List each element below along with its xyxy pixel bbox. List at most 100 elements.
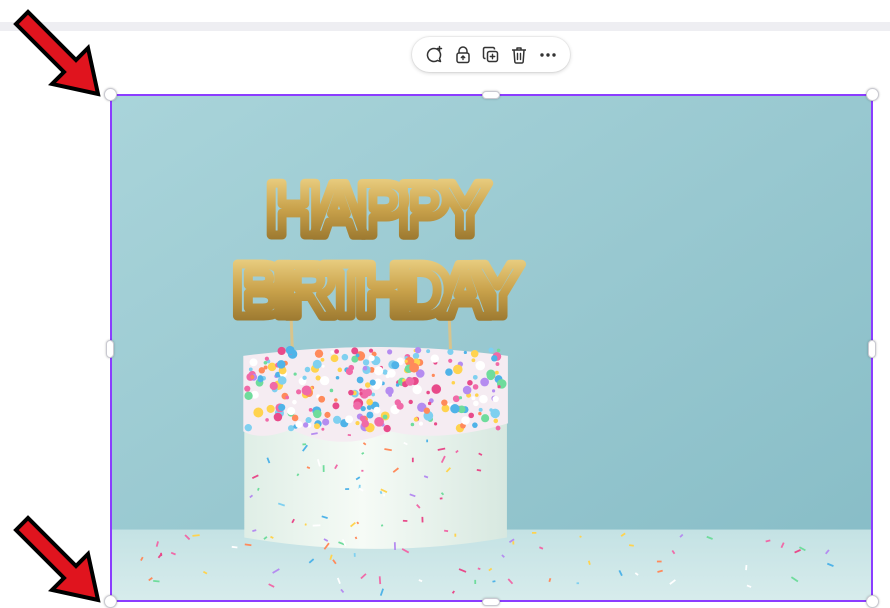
- sprinkle: [291, 414, 299, 422]
- sprinkle: [426, 439, 429, 443]
- sprinkle: [356, 376, 364, 384]
- sprinkle: [320, 357, 325, 362]
- resize-handle-top-right[interactable]: [866, 88, 879, 101]
- resize-handle-bottom-left[interactable]: [104, 595, 117, 608]
- sprinkle: [383, 494, 386, 497]
- sprinkle: [302, 375, 307, 380]
- sprinkle: [302, 443, 307, 446]
- sprinkle: [304, 366, 311, 373]
- sprinkle: [333, 415, 342, 424]
- resize-handle-bottom[interactable]: [482, 598, 500, 606]
- resize-handle-bottom-right[interactable]: [866, 595, 879, 608]
- sprinkle: [364, 388, 373, 397]
- duplicate-button[interactable]: [479, 43, 503, 67]
- topper-line1: HAPPY: [266, 167, 490, 251]
- sprinkle: [312, 359, 322, 369]
- sprinkle: [448, 358, 453, 363]
- sprinkle: [497, 385, 501, 389]
- sprinkle: [495, 362, 500, 366]
- sprinkle: [471, 358, 476, 363]
- sprinkle: [496, 348, 501, 353]
- sprinkle: [447, 348, 454, 356]
- sprinkle: [244, 385, 251, 392]
- sprinkle: [495, 425, 501, 431]
- sprinkle: [451, 380, 456, 385]
- sprinkle: [471, 396, 476, 401]
- more-dots-icon: [540, 52, 556, 57]
- sprinkle: [355, 421, 360, 426]
- sprinkle: [450, 404, 460, 414]
- sprinkle: [353, 401, 362, 410]
- resize-handle-top[interactable]: [482, 91, 500, 99]
- sprinkle: [441, 399, 448, 406]
- sprinkle: [321, 427, 325, 431]
- sprinkle: [244, 391, 253, 400]
- sprinkle: [427, 401, 432, 406]
- sprinkle: [412, 352, 420, 360]
- resize-handle-right[interactable]: [868, 340, 876, 358]
- comment-plus-icon: [426, 45, 443, 62]
- sprinkle: [472, 374, 478, 380]
- sprinkle: [395, 383, 400, 387]
- selected-image-frame[interactable]: HAPPY BIRTHDAY: [110, 94, 873, 602]
- sprinkle: [278, 403, 286, 411]
- sprinkle: [421, 516, 424, 523]
- sprinkle: [493, 418, 499, 424]
- sprinkle: [285, 345, 295, 355]
- sprinkle: [369, 379, 376, 386]
- resize-handle-top-left[interactable]: [104, 88, 117, 101]
- sprinkle: [470, 349, 479, 358]
- sprinkle: [473, 400, 479, 407]
- sprinkle: [474, 579, 477, 585]
- sprinkle: [332, 402, 340, 410]
- sprinkle: [362, 359, 370, 366]
- sprinkle: [264, 356, 269, 361]
- sprinkle: [445, 368, 453, 376]
- sprinkle: [393, 542, 396, 551]
- sprinkle: [308, 408, 313, 412]
- sprinkle: [257, 375, 264, 381]
- delete-button[interactable]: [507, 43, 531, 67]
- sprinkle: [250, 374, 255, 379]
- sprinkle: [366, 405, 372, 411]
- sprinkle: [478, 411, 482, 416]
- sprinkle: [348, 389, 354, 396]
- annotation-arrow-bottom-left: [13, 515, 101, 603]
- sprinkle: [334, 349, 340, 354]
- topper-line2: BIRTHDAY: [232, 248, 522, 332]
- sprinkle: [292, 399, 297, 405]
- birthday-cake-photo: HAPPY BIRTHDAY: [112, 96, 871, 600]
- sprinkle: [423, 407, 431, 414]
- sprinkle: [263, 360, 268, 365]
- sprinkle: [412, 384, 422, 395]
- sprinkle: [366, 411, 374, 419]
- sprinkle: [441, 404, 450, 413]
- sprinkle: [249, 358, 258, 367]
- comment-add-button[interactable]: [422, 43, 446, 67]
- sprinkle: [486, 372, 495, 381]
- sprinkle: [488, 347, 494, 353]
- sprinkle: [374, 416, 384, 427]
- sprinkle: [324, 411, 331, 418]
- sprinkle: [431, 384, 442, 394]
- sprinkle: [355, 353, 360, 358]
- lock-button[interactable]: [451, 43, 475, 67]
- sprinkle: [334, 398, 338, 402]
- sprinkle: [345, 488, 350, 491]
- sprinkle: [491, 355, 498, 362]
- sprinkle: [269, 381, 278, 391]
- sprinkle: [492, 395, 499, 403]
- resize-handle-left[interactable]: [106, 340, 114, 358]
- sprinkle: [287, 407, 296, 416]
- sprinkle: [330, 350, 334, 354]
- more-button[interactable]: [536, 43, 560, 67]
- sprinkle: [301, 385, 312, 396]
- sprinkle: [276, 360, 286, 369]
- sprinkle: [305, 417, 312, 424]
- sprinkle: [273, 412, 283, 422]
- sprinkle: [426, 390, 430, 395]
- sprinkle: [462, 385, 472, 395]
- sprinkle: [345, 367, 354, 376]
- sprinkle: [418, 421, 424, 426]
- sprinkle: [353, 552, 356, 557]
